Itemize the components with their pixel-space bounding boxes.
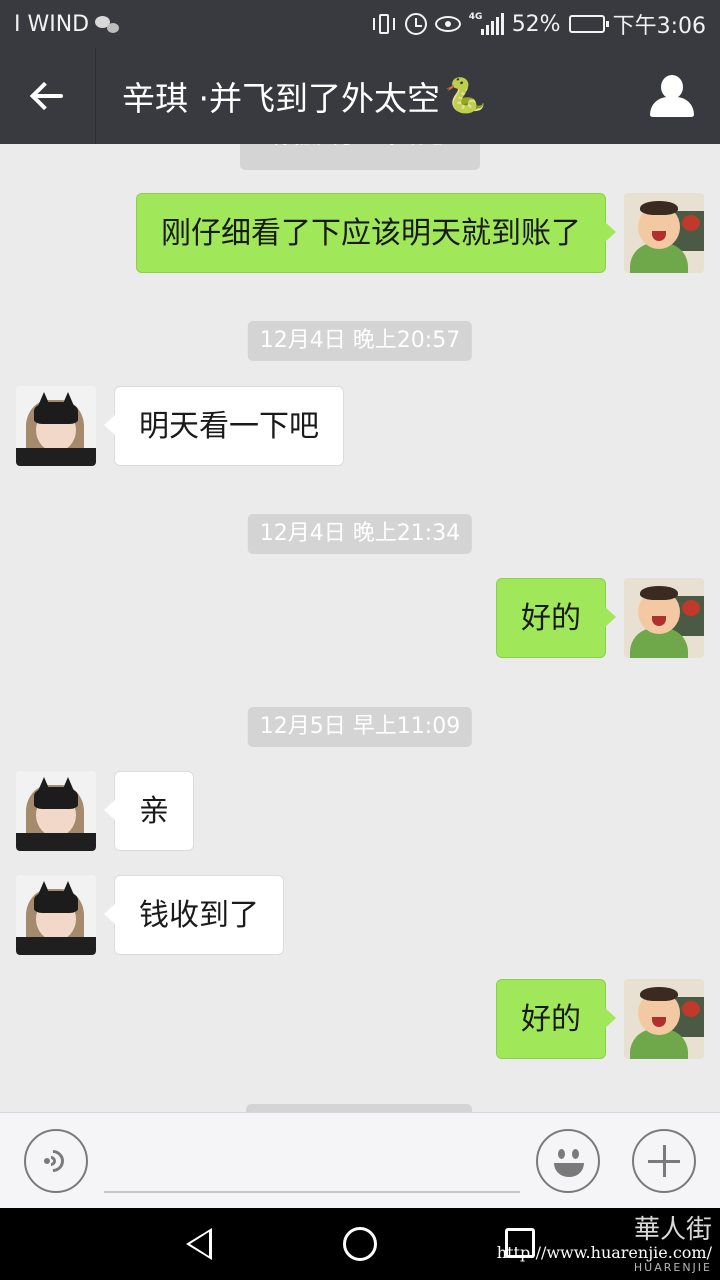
battery-percent: 52% bbox=[511, 11, 561, 37]
message-bubble-incoming[interactable]: 亲 bbox=[104, 771, 194, 851]
message-input[interactable] bbox=[104, 1191, 520, 1193]
system-nav-bar: 華人街 http://www.huarenjie.com/ HUARENJIE bbox=[0, 1208, 720, 1280]
watermark-logo: 華人街 bbox=[633, 1215, 712, 1245]
eye-comfort-icon bbox=[434, 16, 461, 32]
message-bubble-incoming[interactable]: 明天看一下吧 bbox=[104, 386, 344, 466]
watermark-brand: HUARENJIE bbox=[633, 1261, 712, 1274]
watermark: 華人街 http://www.huarenjie.com/ HUARENJIE bbox=[497, 1216, 712, 1274]
input-bar bbox=[0, 1112, 720, 1208]
battery-icon bbox=[568, 15, 609, 33]
timestamp: 12月5日 早上11:09 bbox=[247, 707, 473, 747]
timestamp: 12月4日 晚上20:57 bbox=[247, 321, 473, 361]
network-type: 4G bbox=[468, 12, 483, 22]
chat-header: 辛琪 ·并飞到了外太空 🐍 bbox=[0, 48, 720, 144]
nav-back-icon[interactable] bbox=[186, 1228, 212, 1260]
person-icon bbox=[650, 75, 694, 117]
more-plus-button[interactable] bbox=[632, 1129, 696, 1193]
contact-avatar[interactable] bbox=[16, 386, 96, 466]
vibrate-icon bbox=[371, 13, 397, 35]
chat-title: 辛琪 ·并飞到了外太空 🐍 bbox=[96, 72, 486, 120]
message-bubble-incoming[interactable]: 钱收到了 bbox=[104, 875, 284, 955]
carrier-label: I WIND bbox=[14, 11, 90, 37]
watermark-url: http://www.huarenjie.com/ bbox=[496, 1243, 712, 1262]
timestamp: 12月4日 晚上21:34 bbox=[247, 514, 473, 554]
message-bubble-outgoing[interactable]: 好的 bbox=[496, 578, 616, 658]
system-notice: 你撤回了一条消息 bbox=[240, 144, 480, 170]
snake-emoji-icon: 🐍 bbox=[443, 76, 487, 116]
chat-title-text: 辛琪 ·并飞到了外太空 bbox=[122, 79, 440, 118]
status-bar: I WIND 4G 52% 下午3:06 bbox=[0, 0, 720, 48]
alarm-icon bbox=[404, 13, 427, 35]
timestamp-partial bbox=[246, 1104, 472, 1112]
message-list[interactable]: 你撤回了一条消息 刚仔细看了下应该明天就到账了 12月4日 晚上20:57 明天… bbox=[0, 144, 720, 1112]
back-arrow-icon bbox=[31, 82, 65, 110]
message-bubble-outgoing[interactable]: 刚仔细看了下应该明天就到账了 bbox=[136, 193, 616, 273]
message-bubble-outgoing[interactable]: 好的 bbox=[496, 979, 616, 1059]
my-avatar[interactable] bbox=[624, 578, 704, 658]
contact-avatar[interactable] bbox=[16, 875, 96, 955]
contact-avatar[interactable] bbox=[16, 771, 96, 851]
chat-info-button[interactable] bbox=[624, 48, 720, 144]
voice-input-button[interactable] bbox=[24, 1129, 88, 1193]
clock: 下午3:06 bbox=[612, 14, 706, 39]
emoji-button[interactable] bbox=[536, 1129, 600, 1193]
wechat-icon bbox=[95, 15, 120, 33]
my-avatar[interactable] bbox=[624, 193, 704, 273]
my-avatar[interactable] bbox=[624, 979, 704, 1059]
emoji-icon bbox=[558, 1149, 565, 1159]
nav-home-icon[interactable] bbox=[343, 1227, 377, 1261]
back-button[interactable] bbox=[0, 48, 96, 144]
signal-icon: 4G bbox=[469, 13, 504, 35]
